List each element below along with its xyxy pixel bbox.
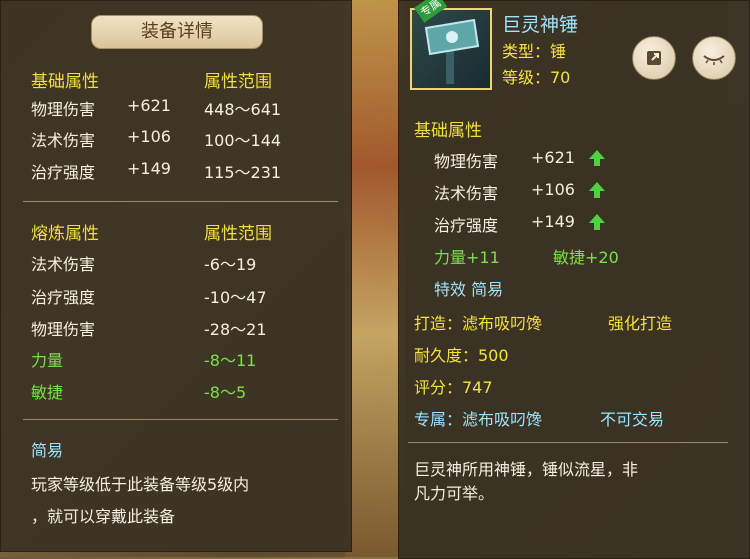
base-attr-range: 115～231 [204, 163, 282, 182]
share-button[interactable] [632, 36, 676, 80]
right-base-attr-header: 基础属性 [414, 121, 482, 141]
agility-bonus: 敏捷+20 [553, 248, 619, 267]
refine-range-header: 属性范围 [204, 224, 272, 244]
refine-attr-range: -6～19 [204, 255, 257, 274]
base-attr-range: 448～641 [204, 100, 282, 119]
right-attr-name: 法术伤害 [434, 184, 499, 203]
green-attr-range: -8～5 [204, 383, 247, 402]
refine-attr-range: -10～47 [204, 288, 267, 307]
up-arrow-icon [589, 182, 605, 198]
base-attr-name: 法术伤害 [31, 131, 96, 150]
divider [23, 419, 338, 420]
effect-desc-line-1: 玩家等级低于此装备等级5级内 [31, 475, 250, 494]
eye-icon [703, 55, 725, 65]
preview-button[interactable] [692, 36, 736, 80]
item-name: 巨灵神锤 [502, 14, 579, 36]
background-scene-strip [345, 0, 405, 557]
exclusive-owner: 专属：滤布吸叼馋 [414, 410, 543, 429]
equipment-detail-panel: 装备详情 基础属性 属性范围 物理伤害 +621 448～641 法术伤害 +1… [0, 0, 352, 552]
green-attr-name: 力量 [31, 351, 64, 370]
panel-title: 装备详情 [91, 15, 263, 49]
refine-attr-header: 熔炼属性 [31, 224, 99, 244]
divider [23, 201, 338, 202]
refine-attr-name: 法术伤害 [31, 255, 96, 274]
special-effect: 特效 简易 [434, 280, 504, 299]
score: 评分：747 [414, 378, 493, 397]
strength-bonus: 力量+11 [434, 248, 500, 267]
item-description-line-2: 凡力可举。 [414, 484, 495, 503]
right-attr-value: +106 [531, 180, 575, 199]
base-attr-range: 100～144 [204, 131, 282, 150]
base-attr-header: 基础属性 [31, 72, 99, 92]
right-attr-name: 治疗强度 [434, 216, 499, 235]
base-attr-value: +149 [127, 159, 171, 178]
refine-attr-name: 物理伤害 [31, 320, 96, 339]
item-description-line-1: 巨灵神所用神锤，锤似流星，非 [414, 460, 639, 479]
share-icon [647, 51, 661, 65]
up-arrow-icon [589, 150, 605, 166]
durability: 耐久度：500 [414, 346, 509, 365]
base-attr-value: +106 [127, 127, 171, 146]
effect-title: 简易 [31, 441, 64, 460]
base-attr-value: +621 [127, 96, 171, 115]
right-attr-name: 物理伤害 [434, 152, 499, 171]
trade-status: 不可交易 [600, 410, 665, 429]
green-attr-name: 敏捷 [31, 383, 64, 402]
base-attr-name: 物理伤害 [31, 100, 96, 119]
forge-type: 强化打造 [608, 314, 673, 333]
effect-desc-line-2: ，就可以穿戴此装备 [31, 507, 176, 526]
item-level: 等级：70 [502, 68, 571, 87]
right-attr-value: +149 [531, 212, 575, 231]
green-attr-range: -8～11 [204, 351, 257, 370]
right-attr-value: +621 [531, 148, 575, 167]
base-attr-name: 治疗强度 [31, 163, 96, 182]
divider [408, 442, 728, 443]
up-arrow-icon [589, 214, 605, 230]
range-header: 属性范围 [204, 72, 272, 92]
item-type: 类型：锤 [502, 42, 567, 61]
refine-attr-range: -28～21 [204, 320, 267, 339]
refine-attr-name: 治疗强度 [31, 288, 96, 307]
forge-info: 打造：滤布吸叼馋 [414, 314, 543, 333]
